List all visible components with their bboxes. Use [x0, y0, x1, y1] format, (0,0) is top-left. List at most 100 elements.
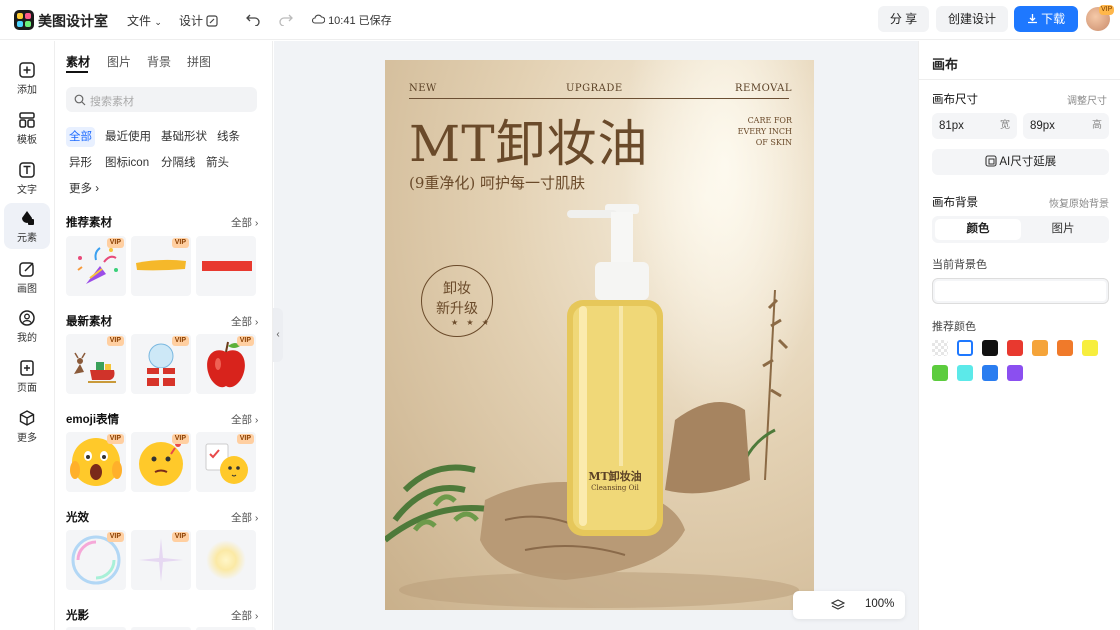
material-emoji-shocked[interactable]: VIP [66, 432, 126, 492]
chip-recent[interactable]: 最近使用 [102, 127, 154, 147]
download-button[interactable]: 下载 [1014, 6, 1078, 32]
search-input[interactable]: 搜索素材 [66, 87, 257, 112]
redo-icon[interactable] [279, 12, 293, 26]
download-icon [1027, 14, 1037, 24]
vip-tag: VIP [171, 434, 189, 444]
material-red-apple[interactable]: VIP [196, 334, 256, 394]
restore-bg-link[interactable]: 恢复原始背景 [1049, 195, 1109, 210]
current-bg-color-field[interactable] [932, 278, 1109, 304]
nav-more[interactable]: 更多 [4, 403, 50, 449]
section-title-recommended: 推荐素材 [66, 217, 112, 229]
chip-irregular[interactable]: 异形 [66, 153, 95, 173]
pen-edit-icon [19, 262, 34, 277]
nav-mine[interactable]: 我的 [4, 303, 50, 349]
tab-backgrounds[interactable]: 背景 [147, 53, 171, 70]
swatch-green[interactable] [932, 365, 948, 381]
tab-images[interactable]: 图片 [107, 53, 131, 70]
section-all-recommended[interactable]: 全部 › [231, 215, 258, 230]
material-glow[interactable] [196, 530, 256, 590]
template-icon [19, 112, 35, 128]
material-bubble[interactable]: VIP [66, 530, 126, 590]
canvas-bg-label: 画布背景 [932, 197, 978, 209]
file-menu[interactable]: 文件 ⌄ [127, 12, 162, 29]
avatar-vip-badge: VIP [1099, 5, 1115, 15]
material-red-bar[interactable] [196, 236, 256, 296]
user-icon [19, 310, 35, 326]
chip-basic-shapes[interactable]: 基础形状 [158, 127, 210, 147]
text-icon [19, 162, 35, 178]
app-logo-icon[interactable] [14, 10, 34, 30]
bottle-label: MT卸妆油 Cleansing Oil [588, 470, 642, 492]
collapse-panel-button[interactable]: ‹ [273, 308, 283, 362]
vip-tag: VIP [106, 434, 124, 444]
recommend-color-label: 推荐颜色 [932, 321, 976, 333]
divider [919, 79, 1120, 80]
tab-collage[interactable]: 拼图 [187, 53, 211, 70]
vip-tag: VIP [236, 434, 254, 444]
layers-icon[interactable] [831, 598, 845, 612]
chevron-right-icon: › [95, 183, 100, 195]
material-sparkle[interactable]: VIP [131, 530, 191, 590]
nav-draw[interactable]: 画图 [4, 254, 50, 300]
material-party-popper[interactable]: VIP [66, 236, 126, 296]
save-status: 10:41 已保存 [311, 12, 392, 28]
page-add-icon [20, 360, 34, 376]
section-all-newest[interactable]: 全部 › [231, 314, 258, 329]
vip-tag: VIP [171, 238, 189, 248]
nav-text[interactable]: 文字 [4, 155, 50, 201]
swatch-blue[interactable] [982, 365, 998, 381]
section-all-emoji[interactable]: 全部 › [231, 412, 258, 427]
swatch-black[interactable] [982, 340, 998, 356]
nav-template[interactable]: 模板 [4, 105, 50, 151]
cloud-icon [311, 14, 326, 24]
material-reindeer-sleigh[interactable]: VIP [66, 334, 126, 394]
zoom-level[interactable]: 100% [865, 598, 894, 610]
swatch-transparent[interactable] [932, 340, 948, 356]
bg-image-tab[interactable]: 图片 [1020, 219, 1106, 240]
material-snow-globe-gift[interactable]: VIP [131, 334, 191, 394]
swatch-light-orange[interactable] [1032, 340, 1048, 356]
canvas-width-input[interactable]: 81px 宽 [932, 113, 1017, 139]
swatch-white[interactable] [957, 340, 973, 356]
section-all-light-shadow[interactable]: 全部 › [231, 608, 258, 623]
bg-color-tab[interactable]: 颜色 [935, 219, 1021, 240]
swatch-purple[interactable] [1007, 365, 1023, 381]
create-design-button[interactable]: 创建设计 [936, 6, 1008, 32]
canvas-settings-panel: 画布 画布尺寸 调整尺寸 81px 宽 89px 高 AI尺寸延展 画布背景 恢复原… [918, 41, 1120, 630]
nav-elements[interactable]: 元素 [4, 203, 50, 249]
red-bar-image [202, 261, 252, 271]
vip-tag: VIP [106, 238, 124, 248]
section-all-light-effects[interactable]: 全部 › [231, 510, 258, 525]
material-emoji-checklist[interactable]: VIP [196, 432, 256, 492]
swatch-orange[interactable] [1057, 340, 1073, 356]
bg-type-toggle: 颜色 图片 [932, 216, 1109, 243]
swatch-cyan[interactable] [957, 365, 973, 381]
chip-lines[interactable]: 线条 [214, 127, 243, 147]
chevron-down-icon: ⌄ [154, 17, 162, 27]
chevron-left-icon: ‹ [276, 329, 280, 340]
chip-arrows[interactable]: 箭头 [203, 153, 232, 173]
current-bg-label: 当前背景色 [932, 259, 987, 271]
tab-materials[interactable]: 素材 [66, 53, 90, 70]
canvas-height-input[interactable]: 89px 高 [1023, 113, 1109, 139]
adjust-size-link[interactable]: 调整尺寸 [1067, 92, 1107, 107]
undo-icon[interactable] [246, 12, 260, 26]
top-bar: 美图设计室 文件 ⌄ 设计 10:41 已保存 分 享 创建设计 下载 VIP [0, 0, 1120, 40]
chip-all[interactable]: 全部 [66, 127, 95, 147]
swatch-yellow[interactable] [1082, 340, 1098, 356]
share-button[interactable]: 分 享 [878, 6, 929, 32]
swatch-red[interactable] [1007, 340, 1023, 356]
poster-canvas[interactable]: NEW UPGRADE REMOVAL MT卸妆油 (9重净化) 呵护每一寸肌肤… [385, 60, 814, 610]
vip-tag: VIP [171, 336, 189, 346]
chip-dividers[interactable]: 分隔线 [158, 153, 199, 173]
app-name[interactable]: 美图设计室 [38, 11, 108, 31]
nav-page[interactable]: 页面 [4, 353, 50, 399]
ai-size-extend-button[interactable]: AI尺寸延展 [932, 149, 1109, 175]
material-brush-stroke[interactable]: VIP [131, 236, 191, 296]
material-emoji-thinking[interactable]: VIP [131, 432, 191, 492]
chip-icons[interactable]: 图标icon [102, 153, 152, 173]
design-menu[interactable]: 设计 [179, 12, 218, 29]
chip-more[interactable]: 更多 › [66, 179, 102, 199]
nav-add[interactable]: 添加 [4, 55, 50, 101]
glow-image [206, 540, 246, 580]
